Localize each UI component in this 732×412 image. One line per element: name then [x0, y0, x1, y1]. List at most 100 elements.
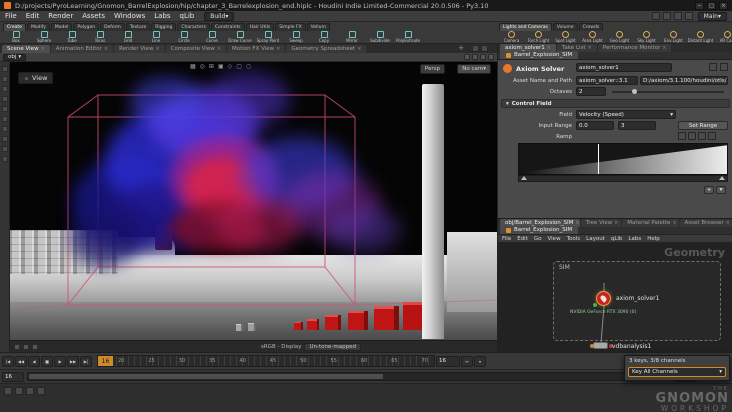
- camera-icon[interactable]: [472, 54, 478, 60]
- view-menu[interactable]: View: [18, 72, 54, 84]
- shelf-tool[interactable]: Grid: [115, 31, 141, 43]
- pane-tab[interactable]: Geometry Spreadsheet ×: [286, 45, 367, 53]
- shelf-tool[interactable]: Torus: [87, 31, 113, 43]
- network-menu-item[interactable]: qLib: [611, 236, 623, 242]
- node-axiom-solver[interactable]: [596, 291, 611, 306]
- message-log-icon[interactable]: [15, 387, 23, 395]
- scene-viewport[interactable]: ▦ ◎ ⊞ ▣ ◇ ▢ ○ View Persp No cam ▾ sRGB -…: [10, 62, 497, 352]
- pane-tab[interactable]: Tree View ×: [580, 219, 622, 227]
- menu-item[interactable]: Edit: [26, 12, 40, 20]
- render-icon[interactable]: [673, 12, 682, 20]
- shelf-tab[interactable]: Constraints: [210, 23, 245, 31]
- shelf-tab[interactable]: Modify: [26, 23, 50, 31]
- shelf-tab[interactable]: Crowds: [578, 23, 604, 31]
- pane-tab[interactable]: Asset Browser ×: [679, 219, 732, 227]
- shelf-tool[interactable]: Copy: [311, 31, 337, 43]
- close-tab-icon[interactable]: ×: [357, 46, 361, 52]
- shelf-tool[interactable]: Subdivide: [367, 31, 393, 43]
- shelf-tool[interactable]: Spray Paint: [255, 31, 281, 43]
- desktop-selector[interactable]: Build ▾: [204, 11, 235, 21]
- quickview-icon[interactable]: ▢: [236, 63, 242, 70]
- window-control-button[interactable]: −: [695, 1, 704, 10]
- transport-button[interactable]: ◀: [28, 355, 40, 367]
- range-max-field[interactable]: 3: [618, 121, 656, 130]
- shelf-tool[interactable]: Sky Light: [634, 31, 659, 43]
- tonemap-select[interactable]: Un-tone-mapped: [304, 342, 361, 351]
- cook-status-icon[interactable]: [26, 387, 34, 395]
- node-display-flag[interactable]: [593, 303, 597, 307]
- window-control-button[interactable]: □: [707, 1, 716, 10]
- menu-item[interactable]: qLib: [180, 12, 195, 20]
- shelf-tab[interactable]: Characters: [177, 23, 210, 31]
- menu-item[interactable]: Windows: [114, 12, 145, 20]
- range-fill[interactable]: [29, 374, 383, 379]
- transport-button[interactable]: ◀◀: [15, 355, 27, 367]
- node-input-flag[interactable]: [590, 344, 594, 348]
- update-mode-icon[interactable]: [37, 387, 45, 395]
- shelf-tab[interactable]: Volume: [552, 23, 578, 31]
- ramp-preset2-icon[interactable]: [688, 132, 696, 140]
- shelf-tool[interactable]: Box: [3, 31, 29, 43]
- transport-button[interactable]: ▶|: [80, 355, 92, 367]
- shelf-tool[interactable]: Curve: [199, 31, 225, 43]
- control-field-section[interactable]: ▾ Control Field: [501, 99, 730, 108]
- shelf-tool[interactable]: Mirror: [339, 31, 365, 43]
- network-menu-item[interactable]: Go: [534, 236, 542, 242]
- shelf-tool[interactable]: Geo Light: [607, 31, 632, 43]
- shelf-tab[interactable]: Vellum: [306, 23, 330, 31]
- view-tool-icon[interactable]: [1, 136, 8, 142]
- menu-item[interactable]: Assets: [82, 12, 105, 20]
- range-min-field[interactable]: 0.0: [576, 121, 614, 130]
- network-menu-item[interactable]: Labs: [628, 236, 641, 242]
- menu-item[interactable]: Render: [48, 12, 73, 20]
- shelf-tool[interactable]: Distant Light: [688, 31, 713, 43]
- current-frame-field[interactable]: 16: [436, 355, 460, 367]
- close-tab-icon[interactable]: ×: [104, 46, 108, 52]
- close-tab-icon[interactable]: ×: [155, 46, 159, 52]
- asset-path-field[interactable]: D:/axiom/3.1.100/houdini/otls/axiom3.1.h…: [640, 76, 728, 85]
- transport-button[interactable]: ■: [41, 355, 53, 367]
- close-tab-icon[interactable]: ×: [672, 220, 676, 226]
- network-menu-item[interactable]: View: [548, 236, 561, 242]
- snapshot-icon[interactable]: [651, 12, 660, 20]
- gamma-icon[interactable]: [32, 343, 38, 350]
- pane-tab[interactable]: Composite View ×: [165, 45, 227, 53]
- node-vdbanalysis[interactable]: [593, 342, 608, 349]
- select-tool-icon[interactable]: [1, 66, 8, 72]
- network-canvas[interactable]: Geometry SIM axiom_solver1 NVIDIA GeForc…: [498, 243, 732, 353]
- close-tab-icon[interactable]: ×: [41, 46, 45, 52]
- help-icon[interactable]: [684, 12, 693, 20]
- shelf-tool[interactable]: Torch Light: [526, 31, 551, 43]
- shelf-tool[interactable]: Draw Curve: [227, 31, 253, 43]
- shelf-tool[interactable]: Circle: [171, 31, 197, 43]
- main-desktop-selector[interactable]: Main ▾: [697, 11, 727, 21]
- ramp-cursor[interactable]: [598, 144, 600, 174]
- snap-multi-icon[interactable]: ⊞: [209, 63, 214, 70]
- grid-icon[interactable]: [480, 54, 486, 60]
- shelf-tool[interactable]: Sphere: [31, 31, 57, 43]
- network-menu-item[interactable]: File: [502, 236, 511, 242]
- shelf-tab[interactable]: Texture: [125, 23, 151, 31]
- persp-view-icon[interactable]: [14, 343, 20, 350]
- shelf-tool[interactable]: Camera: [499, 31, 524, 43]
- scale-tool-icon[interactable]: [1, 96, 8, 102]
- current-frame-marker[interactable]: 16: [98, 356, 113, 366]
- camera-status[interactable]: No cam ▾: [457, 64, 491, 74]
- shelf-tab[interactable]: Polygon: [73, 23, 100, 31]
- pane-tab[interactable]: Scene View ×: [2, 45, 50, 53]
- loop-mode-button[interactable]: ↔: [461, 355, 473, 367]
- snap-grid-icon[interactable]: ▦: [190, 63, 196, 70]
- ramp-editor[interactable]: [518, 143, 728, 175]
- camera-select[interactable]: Persp: [419, 64, 445, 74]
- shelf-tab[interactable]: Simple FX: [275, 23, 306, 31]
- domelight-icon[interactable]: ○: [246, 63, 251, 70]
- shelf-tab[interactable]: Rigging: [151, 23, 177, 31]
- transport-button[interactable]: ▶: [54, 355, 66, 367]
- shelf-tool[interactable]: Spot Light: [553, 31, 578, 43]
- frame-ruler[interactable]: 16 20 25 30 35 40 45 50 55 60 65 70: [97, 355, 435, 367]
- octaves-field[interactable]: 2: [576, 87, 606, 96]
- lock-icon[interactable]: [488, 54, 494, 60]
- shelf-tab[interactable]: Create: [3, 23, 26, 31]
- close-tab-icon[interactable]: ×: [614, 220, 618, 226]
- shelf-tool[interactable]: Env Light: [661, 31, 686, 43]
